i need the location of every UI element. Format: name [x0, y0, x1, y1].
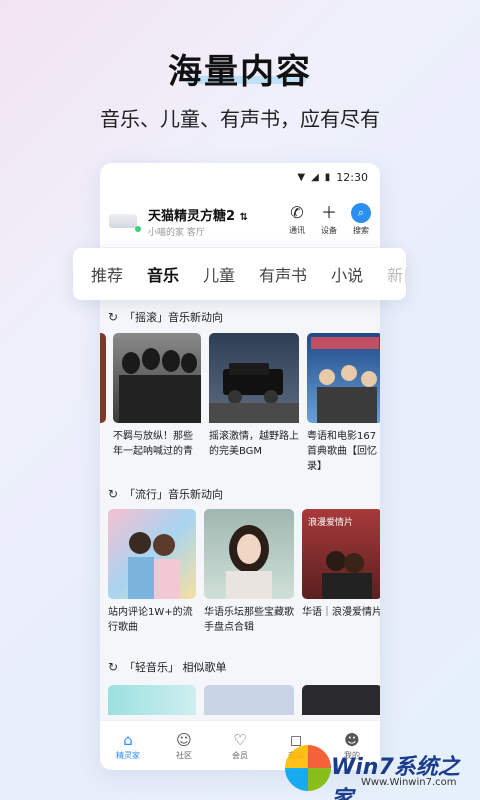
call-button[interactable]: ✆ 通讯: [282, 203, 312, 236]
wifi-icon: ▼: [297, 171, 306, 183]
add-device-button[interactable]: ＋ 设备: [314, 203, 344, 236]
card-rock-3[interactable]: 粤语和电影167首典歌曲【回忆录】: [307, 333, 380, 473]
tab-music-label: 音乐: [147, 266, 180, 285]
watermark-url: Www.Winwin7.com: [361, 777, 457, 788]
refresh-icon[interactable]: ↻: [108, 660, 118, 674]
card-rock-2[interactable]: 摇滚激情，越野路上的完美BGM: [209, 333, 299, 459]
search-label: 搜索: [353, 226, 369, 235]
category-tabs: 推荐 音乐 儿童 有声书 小说 新|: [73, 248, 406, 300]
card-caption: 华语乐坛那些宝藏歌手盘点合辑: [204, 607, 294, 633]
tab-home[interactable]: ⌂ 精灵家: [103, 730, 153, 761]
device-name-text: 天猫精灵方糖2: [148, 209, 236, 224]
card-pop-3[interactable]: 浪漫爱情片 华语｜浪漫爱情片: [302, 509, 380, 620]
suv-photo: [209, 363, 299, 423]
card-pop-1[interactable]: 站内评论1W+的流行歌曲: [108, 509, 196, 635]
call-label: 通讯: [289, 226, 305, 235]
card-row-rock: 不羁与放纵！那些年一起呐喊过的青 摇滚激情，越野路上的完美BGM 粤语和电影16…: [100, 333, 380, 473]
watermark: Win7系统之家 Www.Winwin7.com: [285, 745, 480, 800]
section-title-text: 「摇滚」音乐新动向: [124, 311, 224, 324]
singer-photo: [226, 525, 272, 599]
card-light-3[interactable]: [302, 685, 380, 715]
tab-community[interactable]: ☺ 社区: [159, 730, 209, 761]
card-row-pop: 站内评论1W+的流行歌曲 华语乐坛那些宝藏歌手盘点合辑 浪漫爱情片 华语｜浪漫爱…: [100, 509, 380, 649]
card-partial[interactable]: [100, 333, 106, 423]
watermark-brand: Win7系统之家: [331, 755, 460, 800]
cover-image: [209, 333, 299, 423]
card-light-1[interactable]: [108, 685, 196, 715]
tab-kids[interactable]: 儿童: [203, 262, 235, 286]
refresh-icon[interactable]: ↻: [108, 487, 118, 501]
search-button[interactable]: ⌕ 搜索: [346, 203, 376, 236]
section-title-rock[interactable]: ↻ 「摇滚」音乐新动向: [108, 309, 223, 325]
status-bar: ▼ ◢ ▮ 12:30: [100, 163, 380, 191]
tab-recommend[interactable]: 推荐: [91, 262, 123, 286]
card-light-2[interactable]: [204, 685, 294, 715]
home-icon: ⌂: [123, 731, 133, 749]
online-dot: [135, 226, 141, 232]
tab-label: 精灵家: [116, 751, 140, 760]
switch-icon: ⇅: [239, 212, 248, 223]
cover-image: [204, 509, 294, 599]
refresh-icon[interactable]: ↻: [108, 310, 118, 324]
tab-label: 会员: [232, 751, 248, 760]
signal-icon: ◢: [311, 171, 319, 183]
section-title-text: 「轻音乐」 相似歌单: [124, 661, 227, 674]
speaker-image: [109, 214, 137, 228]
tab-novel[interactable]: 小说: [331, 262, 363, 286]
group-photo: [311, 337, 379, 423]
card-caption: 粤语和电影167首典歌曲【回忆录】: [307, 431, 377, 472]
community-icon: ☺: [176, 731, 192, 749]
tab-music[interactable]: 音乐: [145, 262, 182, 286]
cover-overlay-label: 浪漫爱情片: [308, 518, 354, 528]
band-photo: [119, 348, 201, 423]
cover-image: [307, 333, 380, 423]
tab-new-partial[interactable]: 新|: [387, 262, 406, 286]
card-row-light: [100, 685, 380, 715]
status-time: 12:30: [336, 170, 368, 184]
tab-truncation: |: [403, 266, 406, 285]
plus-icon: ＋: [320, 203, 337, 222]
card-rock-1[interactable]: 不羁与放纵！那些年一起呐喊过的青: [113, 333, 201, 459]
cover-image: [108, 509, 196, 599]
device-name[interactable]: 天猫精灵方糖2 ⇅: [148, 205, 248, 224]
tab-new-label: 新: [387, 266, 404, 285]
device-bar[interactable]: 天猫精灵方糖2 ⇅ 小喵的家 客厅 ✆ 通讯 ＋ 设备 ⌕ 搜索: [100, 191, 380, 247]
device-room: 小喵的家 客厅: [148, 228, 205, 238]
card-caption: 华语｜浪漫爱情片: [302, 607, 380, 618]
section-title-pop[interactable]: ↻ 「流行」音乐新动向: [108, 486, 223, 502]
section-title-text: 「流行」音乐新动向: [124, 488, 224, 501]
search-icon: ⌕: [351, 203, 371, 223]
promo-headline: 海量内容: [168, 52, 312, 92]
tab-vip[interactable]: ♡ 会员: [215, 730, 265, 761]
cover-image: 浪漫爱情片: [302, 509, 380, 599]
tab-audiobook[interactable]: 有声书: [259, 262, 307, 286]
section-title-light[interactable]: ↻ 「轻音乐」 相似歌单: [108, 659, 227, 675]
cover-image: [113, 333, 201, 423]
tab-label: 社区: [176, 751, 192, 760]
promo-subline: 音乐、儿童、有声书，应有尽有: [100, 107, 380, 131]
card-caption: 摇滚激情，越野路上的完美BGM: [209, 431, 299, 457]
vip-icon: ♡: [233, 731, 247, 749]
add-device-label: 设备: [321, 226, 337, 235]
phone-icon: ✆: [290, 203, 304, 222]
windows-logo-icon: [285, 745, 331, 791]
battery-icon: ▮: [324, 171, 331, 183]
card-caption: 站内评论1W+的流行歌曲: [108, 607, 193, 633]
card-caption: 不羁与放纵！那些年一起呐喊过的青: [113, 431, 193, 457]
card-pop-2[interactable]: 华语乐坛那些宝藏歌手盘点合辑: [204, 509, 294, 635]
couple-photo: [128, 532, 180, 599]
